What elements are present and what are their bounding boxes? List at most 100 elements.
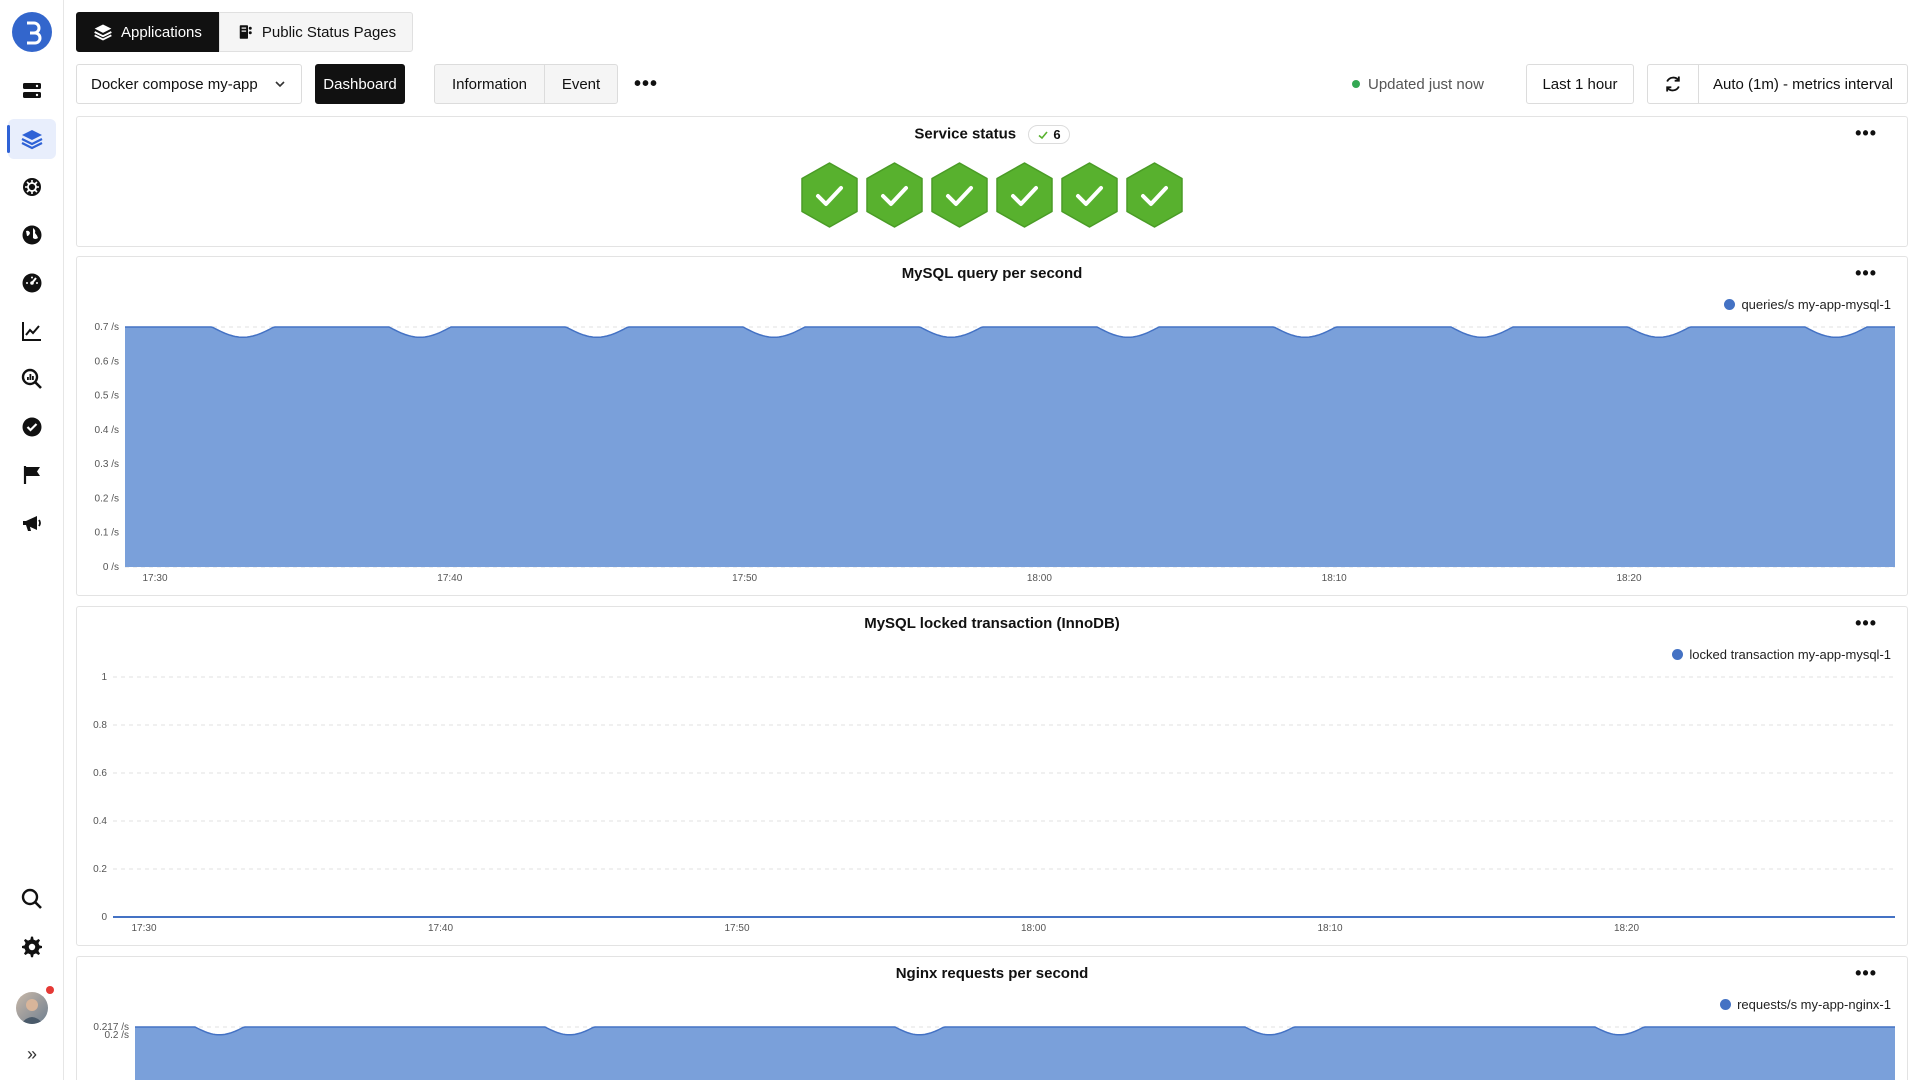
sidebar-item-checks[interactable] xyxy=(8,407,56,447)
search-icon xyxy=(21,888,42,909)
sidebar-item-search[interactable] xyxy=(8,879,56,919)
y-tick-label: 0.6 /s xyxy=(95,356,119,367)
tab-applications[interactable]: Applications xyxy=(76,12,219,52)
series-area xyxy=(125,327,1895,567)
y-tick-label: 0 /s xyxy=(103,562,119,573)
sidebar-item-network[interactable] xyxy=(8,215,56,255)
status-page-icon xyxy=(239,25,252,39)
x-tick-label: 18:00 xyxy=(1021,923,1046,934)
megaphone-icon xyxy=(23,516,41,531)
sidebar-item-infrastructure[interactable] xyxy=(8,71,56,111)
tab-applications-label: Applications xyxy=(121,23,202,41)
check-icon xyxy=(1038,130,1048,139)
updated-label: Updated just now xyxy=(1368,75,1484,93)
sidebar-item-explore[interactable] xyxy=(8,359,56,399)
x-tick-label: 18:10 xyxy=(1317,923,1342,934)
x-tick-label: 18:20 xyxy=(1614,923,1639,934)
service-status-panel: Service status 6 ••• xyxy=(76,116,1908,247)
x-tick-label: 17:50 xyxy=(724,923,749,934)
logo-icon xyxy=(27,21,42,45)
helm-icon xyxy=(23,178,41,196)
service-status-title-text: Service status xyxy=(914,125,1017,143)
y-tick-label: 0.2 /s xyxy=(95,493,119,504)
avatar-icon xyxy=(21,999,43,1024)
app-logo[interactable] xyxy=(12,12,52,52)
service-status-hex xyxy=(996,162,1053,228)
service-status-title: Service status 6 xyxy=(77,125,1907,144)
gear-icon xyxy=(22,936,42,958)
avatar[interactable] xyxy=(16,992,48,1024)
search-chart-icon xyxy=(21,368,42,389)
status-dot xyxy=(1352,80,1360,88)
hex-shape xyxy=(801,162,858,228)
sidebar-item-metrics[interactable] xyxy=(8,311,56,351)
tab-public-status-pages[interactable]: Public Status Pages xyxy=(218,12,414,52)
y-tick-label: 0.7 /s xyxy=(95,322,119,333)
line-chart-icon xyxy=(22,322,41,341)
metrics-interval-button[interactable]: Auto (1m) - metrics interval xyxy=(1698,64,1908,104)
x-tick-label: 18:20 xyxy=(1616,573,1641,584)
x-tick-label: 17:30 xyxy=(142,573,167,584)
globe-icon xyxy=(22,225,42,245)
application-select[interactable]: Docker compose my-app xyxy=(76,64,302,104)
service-status-hex xyxy=(866,162,923,228)
hex-shape xyxy=(931,162,988,228)
y-tick-label: 0.3 /s xyxy=(95,459,119,470)
y-tick-label: 0.5 /s xyxy=(95,391,119,402)
sidebar-item-applications[interactable] xyxy=(7,119,56,159)
x-tick-label: 17:40 xyxy=(428,923,453,934)
service-status-hex xyxy=(931,162,988,228)
nginx-rps-panel: Nginx requests per second ••• requests/s… xyxy=(76,956,1908,1080)
y-tick-label: 1 xyxy=(101,672,107,683)
gauge-icon xyxy=(22,273,42,293)
y-tick-label: 0.8 xyxy=(93,720,107,731)
toolbar: Docker compose my-app Dashboard Informat… xyxy=(76,64,1908,104)
layers-icon xyxy=(94,24,112,41)
information-button[interactable]: Information xyxy=(434,64,545,104)
sidebar-item-kubernetes[interactable] xyxy=(8,167,56,207)
x-tick-label: 18:00 xyxy=(1027,573,1052,584)
y-tick-label: 0.4 /s xyxy=(95,425,119,436)
refresh-button[interactable] xyxy=(1647,64,1699,104)
mysql-qps-chart: 0 /s 0.1 /s 0.2 /s 0.3 /s 0.4 /s 0.5 /s 0.6 /s… xyxy=(95,322,1895,584)
dashboard-button[interactable]: Dashboard xyxy=(315,64,405,104)
mysql-locked-panel: MySQL locked transaction (InnoDB) ••• lo… xyxy=(76,606,1908,946)
y-tick-label: 0.4 xyxy=(93,816,107,827)
y-tick-label: 0 xyxy=(101,912,107,923)
updated-status: Updated just now xyxy=(1352,64,1484,104)
y-tick-label: 0.6 xyxy=(93,768,107,779)
y-tick-label: 0.2 /s xyxy=(105,1030,129,1041)
sidebar-item-dashboards[interactable] xyxy=(8,263,56,303)
nginx-rps-chart: 0.217 /s0.2 /s xyxy=(93,1022,1895,1080)
service-hex-row xyxy=(77,161,1907,229)
service-status-hex xyxy=(801,162,858,228)
mysql-qps-panel: MySQL query per second ••• queries/s my-… xyxy=(76,256,1908,596)
x-tick-label: 17:50 xyxy=(732,573,757,584)
top-tabs: Applications Public Status Pages xyxy=(76,12,414,52)
status-count-badge: 6 xyxy=(1028,125,1070,144)
hex-shape xyxy=(1126,162,1183,228)
chevron-down-icon xyxy=(275,81,285,88)
sidebar: » xyxy=(0,0,64,1080)
sidebar-item-settings[interactable] xyxy=(8,927,56,967)
hex-shape xyxy=(1061,162,1118,228)
server-icon xyxy=(23,83,41,98)
time-range-button[interactable]: Last 1 hour xyxy=(1526,64,1634,104)
x-tick-label: 18:10 xyxy=(1322,573,1347,584)
check-circle-icon xyxy=(22,417,42,437)
y-tick-label: 0.2 xyxy=(93,864,107,875)
application-select-value: Docker compose my-app xyxy=(91,75,258,93)
refresh-icon xyxy=(1666,76,1680,92)
series-area xyxy=(135,1027,1895,1080)
sidebar-item-announcements[interactable] xyxy=(8,503,56,543)
x-tick-label: 17:30 xyxy=(131,923,156,934)
notification-dot xyxy=(46,986,54,994)
y-tick-label: 0.1 /s xyxy=(95,528,119,539)
expand-sidebar-icon[interactable]: » xyxy=(20,1042,44,1066)
event-button[interactable]: Event xyxy=(544,64,618,104)
service-status-hex xyxy=(1126,162,1183,228)
more-options-button[interactable]: ••• xyxy=(631,64,661,104)
service-status-menu-button[interactable]: ••• xyxy=(1855,123,1877,144)
sidebar-item-alerts[interactable] xyxy=(8,455,56,495)
status-count: 6 xyxy=(1053,127,1061,142)
